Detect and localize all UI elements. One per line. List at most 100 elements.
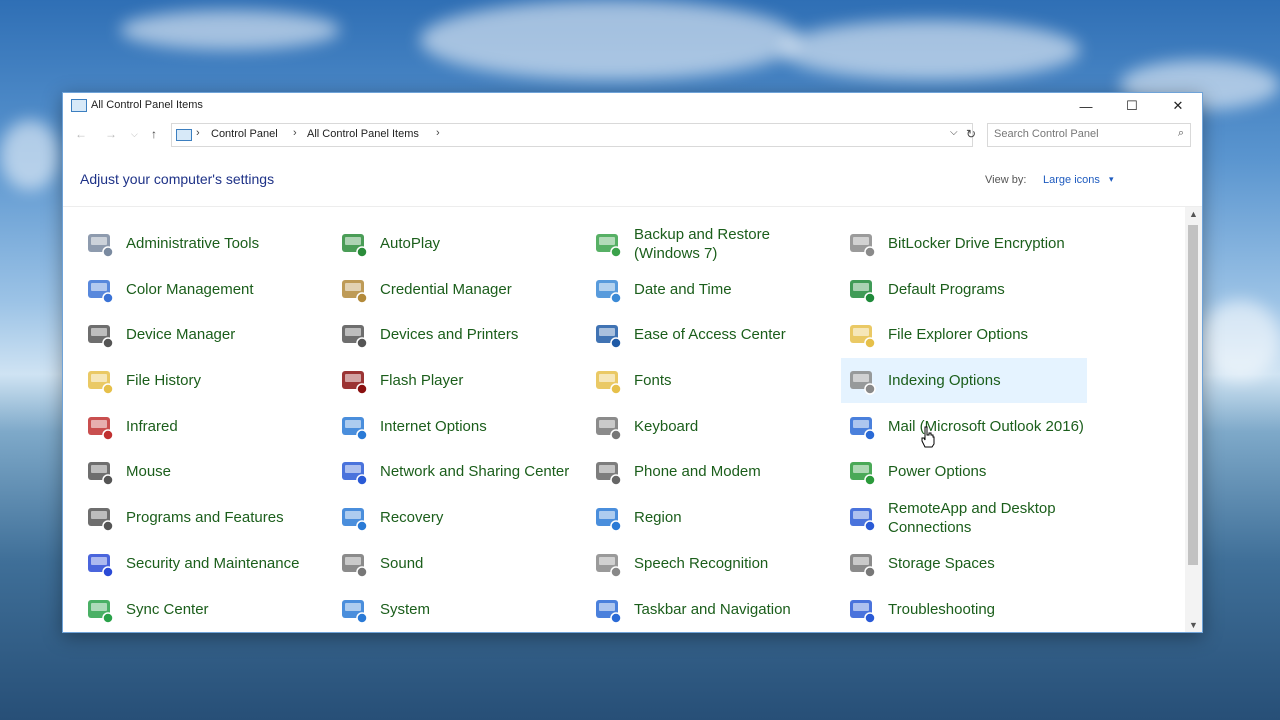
control-panel-item[interactable]: Color Management bbox=[79, 267, 325, 312]
item-label: Recovery bbox=[380, 509, 444, 527]
control-panel-item[interactable]: Devices and Printers bbox=[333, 312, 579, 357]
mouse-icon bbox=[84, 456, 116, 488]
control-panel-item[interactable]: Date and Time bbox=[587, 267, 833, 312]
hand-cursor-icon bbox=[921, 426, 935, 448]
item-label: Storage Spaces bbox=[888, 554, 995, 572]
recent-locations-dropdown[interactable]: ⌵ bbox=[131, 129, 138, 140]
vertical-scrollbar[interactable]: ▲ ▼ bbox=[1185, 207, 1202, 632]
items-grid: Administrative Tools AutoPlay Backup and R… bbox=[79, 221, 1095, 632]
title-bar[interactable]: All Control Panel Items — ☐ ✕ bbox=[63, 93, 1202, 119]
item-label: Backup and Restore (Windows 7) bbox=[634, 225, 770, 262]
search-placeholder: Search Control Panel bbox=[994, 128, 1099, 140]
control-panel-item[interactable]: AutoPlay bbox=[333, 221, 579, 266]
item-label: RemoteApp and Desktop Connections bbox=[888, 499, 1056, 536]
item-label: Region bbox=[634, 509, 682, 527]
control-panel-item[interactable]: Administrative Tools bbox=[79, 221, 325, 266]
item-label: Default Programs bbox=[888, 280, 1005, 298]
system-icon bbox=[338, 594, 370, 626]
scrollbar-thumb[interactable] bbox=[1188, 225, 1198, 565]
item-label: Phone and Modem bbox=[634, 463, 761, 481]
keyboard-icon bbox=[592, 411, 624, 443]
item-label: File History bbox=[126, 372, 202, 390]
control-panel-item[interactable]: Device Manager bbox=[79, 312, 325, 357]
address-dropdown-icon[interactable]: ⌵ bbox=[950, 127, 958, 138]
control-panel-item[interactable]: Troubleshooting bbox=[841, 587, 1087, 632]
control-panel-item[interactable]: Credential Manager bbox=[333, 267, 579, 312]
recovery-icon bbox=[338, 502, 370, 534]
item-label: Keyboard bbox=[634, 417, 699, 435]
item-label: Mouse bbox=[126, 463, 172, 481]
address-row: ← → ⌵ ↑ › Control Panel › All Control Pa… bbox=[63, 123, 1202, 147]
window-title: All Control Panel Items bbox=[91, 99, 203, 111]
address-bar[interactable]: › Control Panel › All Control Panel Item… bbox=[171, 123, 976, 147]
control-panel-item[interactable]: BitLocker Drive Encryption bbox=[841, 221, 1087, 266]
control-panel-window: All Control Panel Items — ☐ ✕ ← → ⌵ ↑ › … bbox=[62, 92, 1203, 633]
control-panel-item[interactable]: Default Programs bbox=[841, 267, 1087, 312]
control-panel-item[interactable]: Mail (Microsoft Outlook 2016) bbox=[841, 404, 1087, 449]
search-icon[interactable]: ⌕ bbox=[1178, 127, 1184, 140]
scroll-up-icon[interactable]: ▲ bbox=[1189, 209, 1198, 219]
control-panel-item[interactable]: File Explorer Options bbox=[841, 312, 1087, 357]
scroll-down-icon[interactable]: ▼ bbox=[1189, 620, 1198, 630]
item-label: Internet Options bbox=[380, 417, 487, 435]
control-panel-item[interactable]: Sound bbox=[333, 541, 579, 586]
programs-icon bbox=[84, 502, 116, 534]
control-panel-item[interactable]: Security and Maintenance bbox=[79, 541, 325, 586]
item-label: System bbox=[380, 600, 431, 618]
item-label: Sound bbox=[380, 554, 424, 572]
item-label: Ease of Access Center bbox=[634, 326, 786, 344]
fonts-icon bbox=[592, 365, 624, 397]
control-panel-item[interactable]: Network and Sharing Center bbox=[333, 449, 579, 494]
close-button[interactable]: ✕ bbox=[1155, 93, 1201, 119]
item-label: BitLocker Drive Encryption bbox=[888, 235, 1065, 252]
control-panel-item[interactable]: File History bbox=[79, 358, 325, 403]
sync-icon bbox=[84, 594, 116, 626]
control-panel-item[interactable]: Flash Player bbox=[333, 358, 579, 403]
phone-icon bbox=[592, 456, 624, 488]
search-input[interactable]: Search Control Panel ⌕ bbox=[987, 123, 1191, 147]
breadcrumb-separator: › bbox=[196, 127, 200, 139]
control-panel-item[interactable]: Storage Spaces bbox=[841, 541, 1087, 586]
control-panel-item[interactable]: Infrared bbox=[79, 404, 325, 449]
items-panel: Administrative Tools AutoPlay Backup and R… bbox=[63, 207, 1185, 632]
control-panel-item[interactable]: Power Options bbox=[841, 449, 1087, 494]
breadcrumb-control-panel[interactable]: Control Panel bbox=[211, 128, 278, 140]
control-panel-item[interactable]: Speech Recognition bbox=[587, 541, 833, 586]
key-icon bbox=[846, 228, 878, 260]
minimize-button[interactable]: — bbox=[1063, 93, 1109, 119]
control-panel-item[interactable]: Indexing Options bbox=[841, 358, 1087, 404]
flag-icon bbox=[84, 548, 116, 580]
control-panel-item[interactable]: Phone and Modem bbox=[587, 449, 833, 494]
item-label: Speech Recognition bbox=[634, 554, 769, 572]
storage-icon bbox=[846, 548, 878, 580]
breadcrumb-all-items[interactable]: All Control Panel Items bbox=[307, 128, 419, 140]
control-panel-item[interactable]: Internet Options bbox=[333, 404, 579, 449]
up-button[interactable]: ↑ bbox=[151, 127, 157, 141]
item-label: AutoPlay bbox=[380, 235, 441, 252]
control-panel-item[interactable]: Keyboard bbox=[587, 404, 833, 449]
item-label: Infrared bbox=[126, 417, 178, 435]
chevron-down-icon[interactable]: ▾ bbox=[1109, 174, 1114, 185]
back-button[interactable]: ← bbox=[75, 127, 87, 141]
item-label: Taskbar and Navigation bbox=[634, 600, 791, 618]
indexing-icon bbox=[846, 365, 878, 397]
forward-button[interactable]: → bbox=[105, 127, 117, 141]
item-label: Flash Player bbox=[380, 372, 464, 390]
control-panel-item[interactable]: Ease of Access Center bbox=[587, 312, 833, 357]
taskbar-icon bbox=[592, 594, 624, 626]
control-panel-item[interactable]: Sync Center bbox=[79, 587, 325, 632]
control-panel-item[interactable]: Programs and Features bbox=[79, 495, 325, 540]
control-panel-item[interactable]: RemoteApp and Desktop Connections bbox=[841, 495, 1087, 540]
control-panel-item[interactable]: Fonts bbox=[587, 358, 833, 403]
control-panel-item[interactable]: Taskbar and Navigation bbox=[587, 587, 833, 632]
control-panel-item[interactable]: Region bbox=[587, 495, 833, 540]
refresh-icon[interactable]: ↻ bbox=[966, 127, 976, 141]
control-panel-item[interactable]: Backup and Restore (Windows 7) bbox=[587, 221, 833, 266]
control-panel-item[interactable]: System bbox=[333, 587, 579, 632]
maximize-button[interactable]: ☐ bbox=[1109, 93, 1155, 119]
network-icon bbox=[338, 456, 370, 488]
view-by-dropdown[interactable]: Large icons bbox=[1043, 174, 1100, 186]
remoteapp-icon bbox=[846, 502, 878, 534]
control-panel-item[interactable]: Mouse bbox=[79, 449, 325, 494]
control-panel-item[interactable]: Recovery bbox=[333, 495, 579, 540]
